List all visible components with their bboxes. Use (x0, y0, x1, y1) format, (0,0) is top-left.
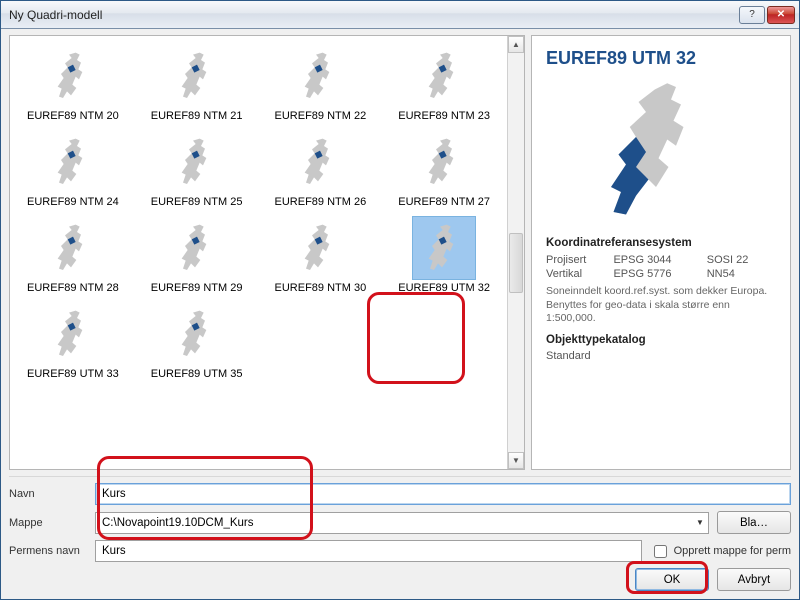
norway-map-icon (165, 302, 229, 366)
crs-table: Projisert EPSG 3044 SOSI 22 Vertikal EPS… (546, 253, 776, 281)
titlebar: Ny Quadri-modell ? ✕ (1, 1, 799, 29)
grid-scrollbar[interactable]: ▲ ▼ (507, 36, 524, 469)
crs-item[interactable]: EUREF89 NTM 23 (385, 44, 503, 122)
crs-item[interactable]: EUREF89 UTM 32 (385, 216, 503, 294)
norway-map-icon (165, 216, 229, 280)
crs-section-header: Koordinatreferansesystem (546, 237, 776, 249)
crs-item[interactable]: EUREF89 UTM 35 (138, 302, 256, 380)
form-area: Navn Mappe ▼ Bla… Permens navn Opprett m… (9, 476, 791, 591)
crs-item-label: EUREF89 NTM 29 (151, 282, 243, 294)
catalog-value: Standard (546, 350, 776, 362)
crs-item-label: EUREF89 NTM 26 (275, 196, 367, 208)
detail-title: EUREF89 UTM 32 (546, 48, 776, 69)
norway-map-icon (41, 130, 105, 194)
scroll-up-icon[interactable]: ▲ (508, 36, 524, 53)
perm-input[interactable] (95, 540, 642, 562)
catalog-header: Objekttypekatalog (546, 334, 776, 346)
name-input[interactable] (95, 483, 791, 505)
crs-item-label: EUREF89 NTM 22 (275, 110, 367, 122)
crs-item-label: EUREF89 NTM 25 (151, 196, 243, 208)
ok-button[interactable]: OK (635, 568, 709, 591)
name-label: Navn (9, 488, 87, 500)
crs-item-label: EUREF89 NTM 20 (27, 110, 119, 122)
scroll-down-icon[interactable]: ▼ (508, 452, 524, 469)
norway-map-icon (288, 130, 352, 194)
crs-item-label: EUREF89 NTM 23 (398, 110, 490, 122)
crs-item-label: EUREF89 NTM 27 (398, 196, 490, 208)
crs-item[interactable]: EUREF89 NTM 22 (262, 44, 380, 122)
crs-item[interactable]: EUREF89 NTM 28 (14, 216, 132, 294)
crs-item-label: EUREF89 NTM 24 (27, 196, 119, 208)
crs-item-label: EUREF89 UTM 32 (398, 282, 490, 294)
window-title: Ny Quadri-modell (9, 8, 739, 22)
crs-item-label: EUREF89 UTM 35 (151, 368, 243, 380)
crs-item-label: EUREF89 NTM 28 (27, 282, 119, 294)
norway-map-icon (288, 44, 352, 108)
crs-item[interactable]: EUREF89 NTM 27 (385, 130, 503, 208)
crs-item-label: EUREF89 NTM 30 (275, 282, 367, 294)
norway-map-icon (41, 216, 105, 280)
cancel-button[interactable]: Avbryt (717, 568, 791, 591)
crs-item[interactable]: EUREF89 NTM 29 (138, 216, 256, 294)
crs-item[interactable]: EUREF89 NTM 20 (14, 44, 132, 122)
norway-map-icon (412, 216, 476, 280)
crs-item-label: EUREF89 UTM 33 (27, 368, 119, 380)
detail-map-icon (591, 77, 731, 227)
crs-item[interactable]: EUREF89 NTM 25 (138, 130, 256, 208)
create-folder-checkbox[interactable] (654, 545, 667, 558)
folder-label: Mappe (9, 517, 87, 529)
dialog-window: Ny Quadri-modell ? ✕ EUREF89 NTM 20 EURE… (0, 0, 800, 600)
scroll-thumb[interactable] (509, 233, 523, 293)
norway-map-icon (41, 44, 105, 108)
folder-combobox[interactable] (95, 512, 709, 534)
norway-map-icon (41, 302, 105, 366)
norway-map-icon (288, 216, 352, 280)
crs-description: Soneinndelt koord.ref.syst. som dekker E… (546, 285, 776, 326)
norway-map-icon (412, 130, 476, 194)
norway-map-icon (412, 44, 476, 108)
crs-item[interactable]: EUREF89 NTM 30 (262, 216, 380, 294)
close-button[interactable]: ✕ (767, 6, 795, 24)
norway-map-icon (165, 44, 229, 108)
crs-item[interactable]: EUREF89 NTM 21 (138, 44, 256, 122)
crs-item-label: EUREF89 NTM 21 (151, 110, 243, 122)
crs-item[interactable]: EUREF89 UTM 33 (14, 302, 132, 380)
detail-pane: EUREF89 UTM 32 Koordinatreferansesystem … (531, 35, 791, 470)
crs-grid-pane: EUREF89 NTM 20 EUREF89 NTM 21 EUREF89 NT… (9, 35, 525, 470)
help-button[interactable]: ? (739, 6, 765, 24)
create-folder-label: Opprett mappe for perm (674, 545, 791, 557)
norway-map-icon (165, 130, 229, 194)
browse-button[interactable]: Bla… (717, 511, 791, 534)
crs-item[interactable]: EUREF89 NTM 26 (262, 130, 380, 208)
crs-item[interactable]: EUREF89 NTM 24 (14, 130, 132, 208)
perm-label: Permens navn (9, 545, 87, 557)
